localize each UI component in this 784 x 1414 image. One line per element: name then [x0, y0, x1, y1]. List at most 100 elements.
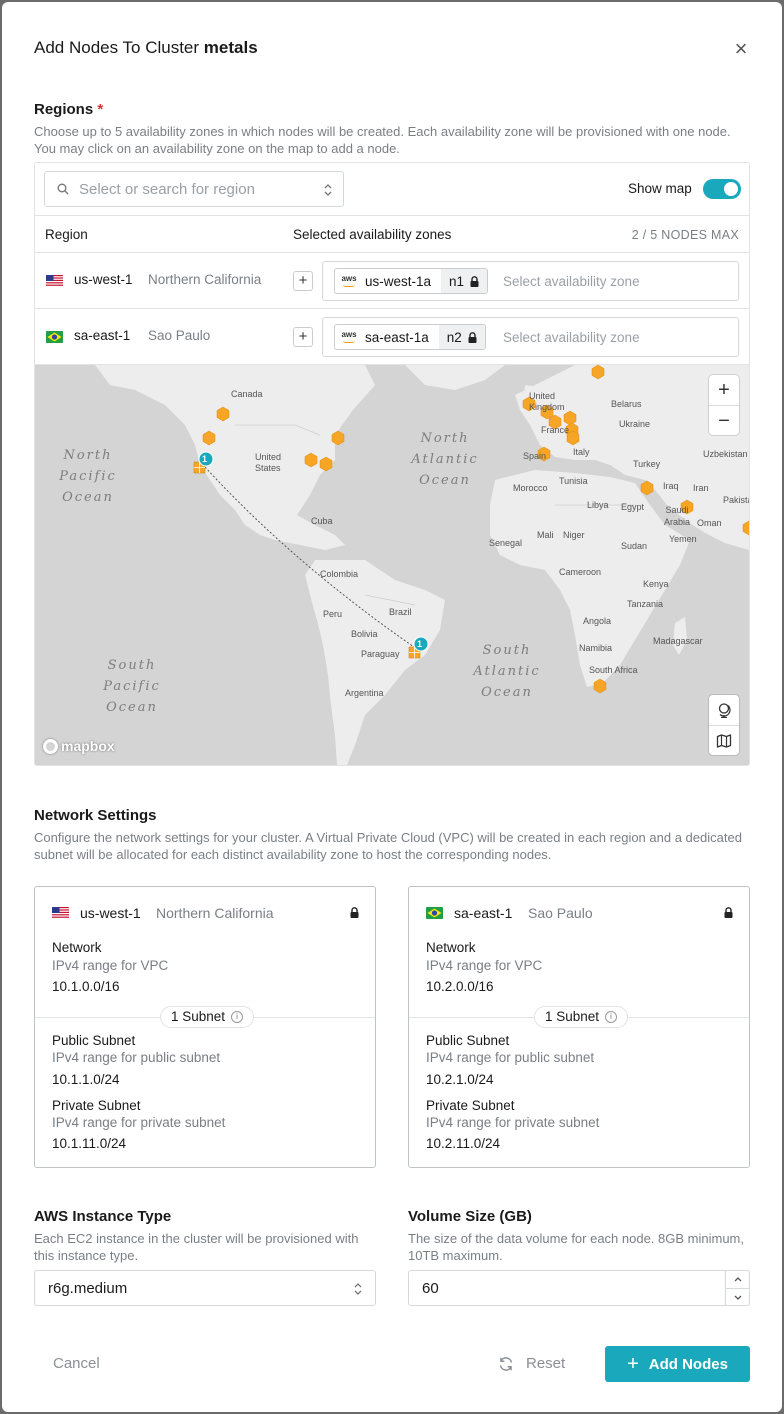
- instance-type-value: r6g.medium: [48, 1280, 128, 1297]
- private-subnet-label: Private Subnet: [426, 1098, 515, 1113]
- add-nodes-modal: Add Nodes To Cluster metals × Regions * …: [2, 2, 782, 1412]
- map-label: Kenya: [643, 579, 669, 589]
- mapbox-logo: mapbox: [43, 738, 115, 754]
- network-sublabel: IPv4 range for VPC: [426, 958, 543, 973]
- cancel-button[interactable]: Cancel: [53, 1355, 100, 1372]
- reset-button[interactable]: Reset: [498, 1355, 565, 1372]
- chevron-updown-icon: [324, 184, 332, 196]
- zone-chip[interactable]: aws sa-east-1a n2: [334, 324, 486, 350]
- map-icon: [716, 733, 732, 748]
- map-label: Iraq: [663, 481, 679, 491]
- map-label: Belarus: [611, 399, 642, 409]
- marker-count-sa: 1: [417, 639, 423, 649]
- map-label: Pakistan: [723, 495, 749, 505]
- map-label: Morocco: [513, 483, 548, 493]
- map-label: Bolivia: [351, 629, 378, 639]
- map-label: Turkey: [633, 459, 661, 469]
- region-search-input[interactable]: [79, 180, 309, 198]
- public-subnet-label: Public Subnet: [52, 1033, 136, 1048]
- map-label: Canada: [231, 389, 263, 399]
- node-badge: n1: [441, 269, 488, 293]
- volume-size-input[interactable]: 60: [408, 1270, 750, 1306]
- map-label: Egypt: [621, 502, 645, 512]
- chevron-down-icon: [734, 1295, 741, 1300]
- mapbox-icon: [43, 738, 58, 754]
- network-card-us-west-1: us-west-1 Northern California Network IP…: [34, 886, 376, 1168]
- ocean-label: South Pacific Ocean: [103, 658, 161, 715]
- aws-icon: aws: [335, 331, 363, 343]
- globe-view-button[interactable]: [709, 695, 739, 725]
- public-subnet-cidr: 10.1.1.0/24: [52, 1072, 120, 1087]
- private-subnet-sublabel: IPv4 range for private subnet: [52, 1115, 226, 1130]
- close-icon[interactable]: ×: [730, 38, 752, 60]
- map-view-controls: [709, 695, 739, 755]
- search-icon: [57, 183, 69, 195]
- zoom-out-button[interactable]: −: [709, 405, 739, 435]
- flat-map-button[interactable]: [709, 725, 739, 755]
- region-location: Northern California: [148, 272, 262, 287]
- public-subnet-label: Public Subnet: [426, 1033, 510, 1048]
- network-title: Network Settings: [34, 807, 157, 824]
- decrement-button[interactable]: [726, 1288, 749, 1305]
- ocean-label: North Pacific Ocean: [59, 448, 117, 505]
- region-row: sa-east-1 Sao Paulo + aws sa-east-1a n2 …: [35, 309, 749, 365]
- show-map-toggle[interactable]: [703, 179, 741, 199]
- region-row: us-west-1 Northern California + aws us-w…: [35, 253, 749, 309]
- node-badge: n2: [438, 325, 485, 349]
- us-flag-icon: [46, 275, 63, 287]
- region-name: us-west-1: [74, 272, 133, 287]
- vpc-cidr: 10.2.0.0/16: [426, 979, 494, 994]
- map-label: Tunisia: [559, 476, 588, 486]
- zone-select[interactable]: aws us-west-1a n1 Select availability zo…: [322, 261, 739, 301]
- network-card-sa-east-1: sa-east-1 Sao Paulo Network IPv4 range f…: [408, 886, 750, 1168]
- map-label: Sudan: [621, 541, 648, 551]
- map-label: Spain: [523, 451, 547, 461]
- zoom-in-button[interactable]: +: [709, 375, 739, 405]
- zone-select[interactable]: aws sa-east-1a n2 Select availability zo…: [322, 317, 739, 357]
- vpc-cidr: 10.1.0.0/16: [52, 979, 120, 994]
- region-map[interactable]: 1 1 Canada United States Cuba Colombia P…: [35, 365, 749, 765]
- map-label: Peru: [323, 609, 343, 619]
- chevron-updown-icon: [354, 1283, 362, 1295]
- refresh-icon: [499, 1356, 513, 1371]
- cluster-name: metals: [203, 38, 258, 57]
- ocean-label: South Atlantic Ocean: [473, 643, 541, 700]
- private-subnet-cidr: 10.2.11.0/24: [426, 1136, 501, 1151]
- instance-type-title: AWS Instance Type: [34, 1208, 172, 1225]
- map-label: Oman: [697, 518, 722, 528]
- region-search[interactable]: [44, 171, 344, 207]
- regions-panel: Show map Region Selected availability zo…: [34, 162, 750, 766]
- col-zones: Selected availability zones: [293, 227, 452, 242]
- map-label: Brazil: [389, 607, 412, 617]
- network-label: Network: [426, 940, 476, 955]
- required-mark: *: [97, 101, 104, 118]
- chevron-up-icon: [734, 1277, 741, 1282]
- toggle-knob: [724, 182, 738, 196]
- network-description: Configure the network settings for your …: [34, 830, 742, 862]
- info-icon[interactable]: i: [231, 1011, 244, 1023]
- add-zone-button[interactable]: +: [293, 271, 313, 291]
- map-zoom-controls: + −: [709, 375, 739, 435]
- zone-placeholder: Select availability zone: [503, 274, 640, 289]
- aws-icon: aws: [335, 275, 363, 287]
- us-flag-icon: [52, 907, 69, 919]
- node-count: 2 / 5 NODES MAX: [631, 228, 739, 242]
- map-label: Ukraine: [619, 419, 651, 429]
- map-label: Argentina: [345, 688, 384, 698]
- zone-chip[interactable]: aws us-west-1a n1: [334, 268, 489, 294]
- increment-button[interactable]: [726, 1271, 749, 1288]
- map-label: Colombia: [320, 569, 359, 579]
- info-icon[interactable]: i: [605, 1011, 618, 1023]
- plus-icon: +: [627, 1352, 639, 1375]
- subnet-count-pill: 1 Subnet i: [160, 1006, 255, 1028]
- add-zone-button[interactable]: +: [293, 327, 313, 347]
- add-nodes-button[interactable]: + Add Nodes: [605, 1346, 750, 1382]
- lock-icon: [470, 275, 479, 287]
- instance-type-select[interactable]: r6g.medium: [34, 1270, 376, 1306]
- zone-name: sa-east-1a: [365, 329, 429, 345]
- map-label: United States: [255, 452, 282, 473]
- modal-title: Add Nodes To Cluster metals: [34, 38, 258, 57]
- lock-icon: [468, 331, 477, 343]
- private-subnet-label: Private Subnet: [52, 1098, 141, 1113]
- map-label: Yemen: [669, 534, 697, 544]
